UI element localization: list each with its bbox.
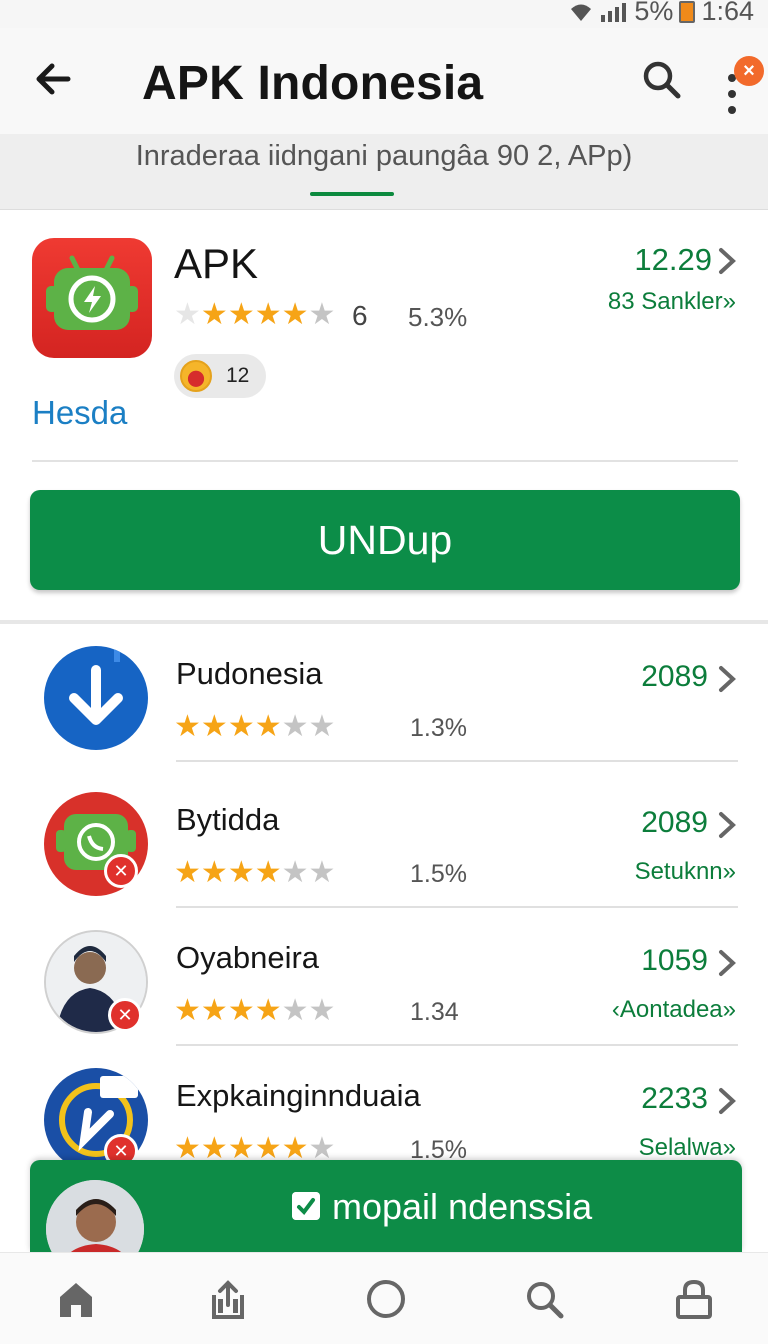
star-icon: ★ xyxy=(254,994,282,1027)
star-icon: ★ xyxy=(227,994,255,1027)
rating-stars: ★ ★ ★ ★ ★ ★ xyxy=(174,712,335,742)
star-icon: ★ xyxy=(281,856,309,889)
star-icon: ★ xyxy=(200,994,228,1027)
lock-icon[interactable] xyxy=(672,1277,716,1321)
star-icon: ★ xyxy=(227,298,255,331)
app-percent: 1.34 xyxy=(410,998,459,1026)
blocked-badge-icon: ✕ xyxy=(104,854,138,888)
app-sub-link[interactable]: Setuknn» xyxy=(635,858,736,886)
app-name[interactable]: Expkainginnduaia xyxy=(176,1078,421,1114)
star-icon: ★ xyxy=(174,298,201,331)
search-icon[interactable] xyxy=(638,56,686,104)
tab-indicator xyxy=(310,192,394,196)
avatar xyxy=(46,1180,144,1252)
app-sub-link[interactable]: Selalwa» xyxy=(639,1134,736,1162)
banner-label[interactable]: mopail ndenssia xyxy=(332,1186,592,1228)
signal-icon xyxy=(601,2,627,22)
star-icon: ★ xyxy=(254,298,282,331)
app-value: 2089 xyxy=(641,806,708,839)
star-icon: ★ xyxy=(200,856,228,889)
star-half-icon: ★ xyxy=(254,856,282,889)
list-item[interactable]: ✕ Oyabneira ★ ★ ★ ★ ★ ★ 1.34 1059 ‹Aontadea» xyxy=(0,908,768,1046)
divider xyxy=(176,760,738,762)
featured-sub-link[interactable]: 83 Sankler» xyxy=(608,288,736,316)
install-button[interactable]: UNDup xyxy=(30,490,740,590)
developer-link[interactable]: Hesda xyxy=(32,394,127,432)
star-icon: ★ xyxy=(200,710,228,743)
back-arrow-icon[interactable] xyxy=(28,54,78,104)
coin-icon xyxy=(180,360,212,392)
star-icon: ★ xyxy=(281,994,309,1027)
star-icon: ★ xyxy=(174,856,201,889)
app-name[interactable]: Bytidda xyxy=(176,802,279,838)
app-value: 2233 xyxy=(641,1082,708,1115)
star-icon: ★ xyxy=(227,710,255,743)
android-charge-icon xyxy=(46,255,138,330)
rating-stars: ★ ★ ★ ★ ★ ★ xyxy=(174,996,335,1026)
star-icon: ★ xyxy=(308,710,336,743)
share-icon[interactable] xyxy=(206,1277,250,1321)
star-icon: ★ xyxy=(174,710,201,743)
list-item[interactable]: ✕ Bytidda ★ ★ ★ ★ ★ ★ 1.5% 2089 Setuknn» xyxy=(0,770,768,908)
divider xyxy=(32,460,738,462)
chevron-right-icon[interactable] xyxy=(716,664,738,694)
star-icon: ★ xyxy=(281,710,309,743)
page-title: APK Indonesia xyxy=(142,57,484,110)
download-arrow-icon xyxy=(69,648,123,725)
rating-stars: ★ ★ ★ ★ ★ ★ xyxy=(174,858,335,888)
featured-app-card: APK ★ ★ ★ ★ ★ ★ 6 5.3% 12 Hesda 12.29 83… xyxy=(0,210,768,620)
app-name[interactable]: Pudonesia xyxy=(176,656,323,692)
tab-strip: Inraderaa iidngani paungâa 90 2, APp) xyxy=(0,134,768,210)
star-icon: ★ xyxy=(308,994,336,1027)
clock: 1:64 xyxy=(701,0,754,26)
home-icon[interactable] xyxy=(54,1277,98,1321)
promo-banner[interactable]: mopail ndenssia xyxy=(30,1160,742,1252)
wifi-icon xyxy=(571,4,592,21)
app-value: 1059 xyxy=(641,944,708,977)
search-icon[interactable] xyxy=(522,1277,566,1321)
notification-badge[interactable]: × xyxy=(734,56,764,86)
app-bar: APK Indonesia × xyxy=(0,28,768,134)
battery-icon xyxy=(679,0,696,23)
status-bar: 5% 1:64 xyxy=(0,0,768,28)
star-icon: ★ xyxy=(254,710,282,743)
chevron-right-icon[interactable] xyxy=(716,1086,738,1116)
chevron-right-icon[interactable] xyxy=(716,246,738,276)
app-percent: 1.3% xyxy=(410,714,467,742)
tab-label[interactable]: Inraderaa iidngani paungâa 90 2, APp) xyxy=(0,140,768,173)
star-icon: ★ xyxy=(308,856,336,889)
star-icon: ★ xyxy=(227,856,255,889)
blocked-badge-icon: ✕ xyxy=(108,998,142,1032)
featured-rating-count: 6 xyxy=(352,300,368,331)
app-value: 2089 xyxy=(641,660,708,693)
person-photo-icon xyxy=(46,1180,144,1252)
featured-rating-stars: ★ ★ ★ ★ ★ ★ xyxy=(174,300,335,330)
chip-count: 12 xyxy=(226,364,250,387)
reward-chip[interactable]: 12 xyxy=(174,354,266,398)
star-half-icon: ★ xyxy=(281,298,309,331)
featured-app-icon[interactable] xyxy=(32,238,152,358)
chevron-right-icon[interactable] xyxy=(716,810,738,840)
chevron-right-icon[interactable] xyxy=(716,948,738,978)
featured-percent: 5.3% xyxy=(408,302,468,332)
app-percent: 1.5% xyxy=(410,860,467,888)
download-icon xyxy=(44,646,148,750)
status-indicators: 5% 1:64 xyxy=(568,0,754,27)
battery-percent: 5% xyxy=(634,0,674,26)
featured-app-name[interactable]: APK xyxy=(174,240,258,288)
app-sub-link[interactable]: ‹Aontadea» xyxy=(612,996,736,1024)
featured-value: 12.29 xyxy=(634,242,712,277)
check-icon xyxy=(292,1192,320,1220)
star-icon: ★ xyxy=(200,298,228,331)
star-icon: ★ xyxy=(308,298,336,331)
star-icon: ★ xyxy=(174,994,201,1027)
bottom-navigation xyxy=(0,1252,768,1344)
list-item[interactable]: Pudonesia ★ ★ ★ ★ ★ ★ 1.3% 2089 xyxy=(0,624,768,762)
circle-icon[interactable] xyxy=(364,1277,408,1321)
app-name[interactable]: Oyabneira xyxy=(176,940,319,976)
